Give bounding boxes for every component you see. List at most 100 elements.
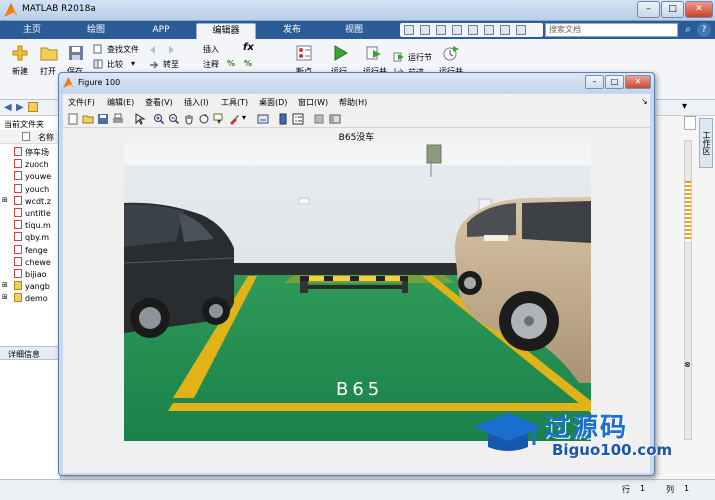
- path-dropdown-icon[interactable]: ▾: [682, 101, 687, 112]
- link-plot-icon[interactable]: [257, 113, 269, 125]
- print-icon[interactable]: [112, 113, 124, 125]
- rotate-3d-icon[interactable]: [198, 113, 210, 125]
- save-quick-icon[interactable]: [404, 25, 414, 35]
- scroll-down-icon[interactable]: ⊗: [684, 360, 692, 370]
- m-file-icon: [14, 147, 22, 156]
- file-list-item[interactable]: tiqu.m: [6, 220, 51, 231]
- new-figure-icon[interactable]: [67, 113, 79, 125]
- save-icon: [69, 46, 83, 60]
- redo-quick-icon[interactable]: [484, 25, 494, 35]
- help-quick-icon[interactable]: [516, 25, 526, 35]
- zoom-in-icon[interactable]: [153, 113, 165, 125]
- figure-titlebar[interactable]: Figure 100 – □ ✕: [59, 73, 654, 93]
- tab-plots[interactable]: 绘图: [70, 23, 122, 39]
- colorbar-icon[interactable]: [277, 113, 289, 125]
- open-file-icon[interactable]: [82, 113, 94, 125]
- tab-publish[interactable]: 发布: [266, 23, 318, 39]
- fx-icon[interactable]: fx: [243, 42, 254, 53]
- menu-desktop[interactable]: 桌面(D): [259, 97, 287, 108]
- help-button[interactable]: ?: [697, 23, 711, 37]
- file-list-item[interactable]: chewe: [6, 256, 51, 268]
- toolstrip-tabbar: 主页 绘图 APP 编辑器 发布 视图 搜索文档 ⌕ ?: [0, 21, 715, 39]
- file-list-item[interactable]: 停车场: [6, 147, 49, 158]
- file-list-item[interactable]: youwe: [6, 171, 51, 182]
- matlab-figure-icon: [63, 77, 74, 88]
- menu-window[interactable]: 窗口(W): [298, 97, 328, 108]
- brush-icon[interactable]: [228, 113, 240, 125]
- zoom-out-icon[interactable]: [168, 113, 180, 125]
- close-button[interactable]: ✕: [685, 1, 713, 18]
- file-list-item[interactable]: untitle: [6, 208, 51, 219]
- undo-quick-icon[interactable]: [468, 25, 478, 35]
- folder-up-icon[interactable]: [28, 102, 38, 112]
- col-value: 1: [684, 484, 690, 493]
- minimize-button[interactable]: –: [637, 1, 660, 18]
- percent-uncomment-icon[interactable]: %: [244, 59, 252, 68]
- file-list-item[interactable]: ⊞ demo: [2, 293, 48, 304]
- file-list-item[interactable]: ⊞ yangb: [2, 281, 50, 292]
- folder-icon: [14, 281, 22, 291]
- file-list-item[interactable]: bijiao: [6, 269, 47, 280]
- workspace-dropdown[interactable]: [684, 116, 696, 130]
- switch-windows-quick-icon[interactable]: [500, 25, 510, 35]
- menu-file[interactable]: 文件(F): [68, 97, 95, 108]
- search-icon[interactable]: ⌕: [681, 23, 695, 37]
- brush-dropdown-icon[interactable]: ▾: [242, 113, 246, 122]
- data-cursor-icon[interactable]: [213, 113, 225, 125]
- file-header-icon: [22, 132, 30, 141]
- comment-button[interactable]: 注释: [203, 59, 219, 70]
- current-folder-panel: 当前文件夹 名称 停车场 zuoch youwe youch ⊞ wcdt.z untitl…: [0, 116, 61, 479]
- details-panel-header[interactable]: 详细信息: [0, 346, 60, 360]
- tab-view[interactable]: 视图: [328, 23, 380, 39]
- workspace-scrollbar[interactable]: [684, 140, 692, 440]
- pan-hand-icon[interactable]: [183, 113, 195, 125]
- file-list-item[interactable]: qby.m: [6, 232, 49, 243]
- menu-edit[interactable]: 编辑(E): [107, 97, 134, 108]
- copy-quick-icon[interactable]: [436, 25, 446, 35]
- menu-insert[interactable]: 插入(I): [184, 97, 209, 108]
- axes-title: B65没车: [338, 133, 375, 143]
- paste-quick-icon[interactable]: [452, 25, 462, 35]
- expand-icon[interactable]: ⊞: [2, 281, 8, 289]
- m-file-icon: [14, 220, 22, 230]
- menu-tools[interactable]: 工具(T): [221, 97, 248, 108]
- tab-apps[interactable]: APP: [135, 23, 187, 39]
- back-arrow-icon[interactable]: ◀: [4, 102, 12, 113]
- menu-view[interactable]: 查看(V): [145, 97, 173, 108]
- expand-icon[interactable]: ⊞: [2, 293, 8, 301]
- figure-minimize-button[interactable]: –: [585, 75, 604, 89]
- hide-plot-tools-icon[interactable]: [313, 113, 325, 125]
- compare-button[interactable]: 比较: [107, 59, 123, 70]
- menu-dock-icon[interactable]: ↘: [641, 97, 648, 106]
- menu-help[interactable]: 帮助(H): [339, 97, 367, 108]
- run-section-button[interactable]: 运行节: [408, 52, 432, 63]
- show-plot-tools-icon[interactable]: [329, 113, 341, 125]
- figure-close-button[interactable]: ✕: [625, 75, 651, 89]
- new-button[interactable]: 新建: [12, 66, 28, 77]
- find-file-button[interactable]: 查找文件: [107, 44, 139, 55]
- edit-plot-arrow-icon[interactable]: [134, 113, 146, 125]
- file-list-item[interactable]: zuoch: [6, 159, 49, 170]
- legend-icon[interactable]: [292, 113, 304, 125]
- file-list-item[interactable]: fenge: [6, 244, 48, 256]
- workspace-side-tab[interactable]: 工作区: [699, 118, 713, 168]
- name-column-header[interactable]: 名称: [0, 130, 60, 144]
- open-button[interactable]: 打开: [40, 66, 56, 77]
- file-name: wcdt.z: [25, 196, 51, 206]
- cut-quick-icon[interactable]: [420, 25, 430, 35]
- maximize-button[interactable]: □: [661, 1, 684, 18]
- forward-arrow-icon[interactable]: ▶: [16, 102, 24, 113]
- file-list-item[interactable]: ⊞ wcdt.z: [2, 195, 51, 207]
- expand-icon[interactable]: ⊞: [2, 196, 8, 204]
- figure-maximize-button[interactable]: □: [605, 75, 624, 89]
- goto-button[interactable]: 转至: [163, 59, 179, 70]
- tab-editor[interactable]: 编辑器: [196, 23, 256, 39]
- tab-home[interactable]: 主页: [6, 23, 58, 39]
- save-figure-icon[interactable]: [97, 113, 109, 125]
- figure-menubar: 文件(F) 编辑(E) 查看(V) 插入(I) 工具(T) 桌面(D) 窗口(W…: [63, 94, 650, 110]
- percent-comment-icon[interactable]: %: [227, 59, 235, 68]
- file-list-item[interactable]: youch: [6, 183, 49, 195]
- compare-dropdown-icon[interactable]: ▾: [131, 59, 135, 68]
- insert-button[interactable]: 插入: [203, 44, 219, 55]
- documentation-search-input[interactable]: 搜索文档: [545, 23, 678, 37]
